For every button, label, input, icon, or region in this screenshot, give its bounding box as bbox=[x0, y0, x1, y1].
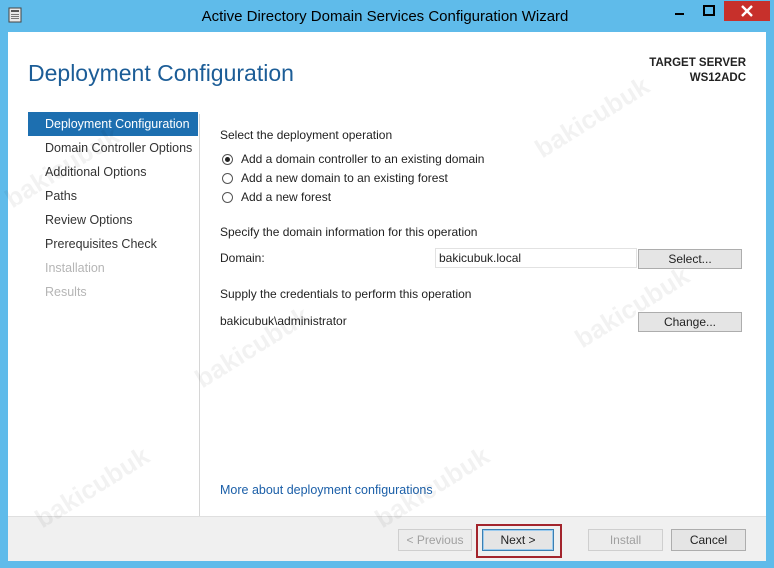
window-title: Active Directory Domain Services Configu… bbox=[201, 8, 569, 25]
change-button[interactable]: Change... bbox=[638, 312, 742, 332]
option-new-domain[interactable]: Add a new domain to an existing forest bbox=[222, 170, 448, 186]
radio-button[interactable] bbox=[222, 191, 233, 203]
nav-item-paths[interactable]: Paths bbox=[28, 184, 198, 208]
watermark-text: bakicubuk bbox=[569, 260, 695, 354]
nav-item-deployment-configuration[interactable]: Deployment Configuration bbox=[28, 112, 198, 136]
nav-item-prerequisites-check[interactable]: Prerequisites Check bbox=[28, 232, 198, 256]
domain-input[interactable] bbox=[435, 248, 637, 268]
select-button[interactable]: Select... bbox=[638, 249, 742, 269]
credentials-user: bakicubuk\administrator bbox=[220, 314, 347, 328]
option-label: Add a new domain to an existing forest bbox=[241, 171, 448, 185]
nav-divider bbox=[199, 114, 200, 517]
more-info-link[interactable]: More about deployment configurations bbox=[220, 483, 433, 497]
next-button-highlight bbox=[476, 524, 562, 558]
domain-heading: Specify the domain information for this … bbox=[220, 225, 478, 239]
wizard-content: Deployment Configuration TARGET SERVER W… bbox=[0, 32, 766, 561]
maximize-button[interactable] bbox=[695, 1, 723, 21]
nav-item-review-options[interactable]: Review Options bbox=[28, 208, 198, 232]
nav-item-domain-controller-options[interactable]: Domain Controller Options bbox=[28, 136, 198, 160]
option-existing-domain[interactable]: Add a domain controller to an existing d… bbox=[222, 151, 484, 167]
radio-button[interactable] bbox=[222, 172, 233, 184]
domain-label: Domain: bbox=[220, 251, 265, 265]
wizard-footer: < Previous Next > Install Cancel bbox=[8, 516, 766, 561]
nav-item-installation: Installation bbox=[45, 261, 105, 275]
maximize-icon bbox=[703, 5, 715, 16]
option-new-forest[interactable]: Add a new forest bbox=[222, 189, 331, 205]
wizard-navigation: Deployment Configuration Domain Controll… bbox=[28, 112, 198, 304]
close-button[interactable] bbox=[724, 1, 770, 21]
operation-heading: Select the deployment operation bbox=[220, 128, 393, 142]
watermark-text: bakicubuk bbox=[529, 70, 655, 164]
option-label: Add a domain controller to an existing d… bbox=[241, 152, 485, 166]
nav-item-results: Results bbox=[45, 285, 87, 299]
minimize-icon bbox=[675, 13, 684, 15]
radio-button[interactable] bbox=[222, 153, 233, 165]
install-button[interactable]: Install bbox=[588, 529, 663, 551]
previous-button[interactable]: < Previous bbox=[398, 529, 472, 551]
title-bar[interactable]: Active Directory Domain Services Configu… bbox=[0, 0, 774, 32]
minimize-button[interactable] bbox=[665, 1, 693, 21]
credentials-heading: Supply the credentials to perform this o… bbox=[220, 287, 472, 301]
target-server-block: TARGET SERVER WS12ADC bbox=[649, 56, 746, 86]
target-server-name: WS12ADC bbox=[689, 72, 746, 84]
cancel-button[interactable]: Cancel bbox=[671, 529, 746, 551]
close-icon bbox=[741, 5, 753, 17]
wizard-window: Active Directory Domain Services Configu… bbox=[0, 0, 774, 568]
option-label: Add a new forest bbox=[241, 190, 332, 204]
target-server-label: TARGET SERVER bbox=[649, 57, 746, 69]
page-title: Deployment Configuration bbox=[28, 60, 294, 86]
nav-item-additional-options[interactable]: Additional Options bbox=[28, 160, 198, 184]
